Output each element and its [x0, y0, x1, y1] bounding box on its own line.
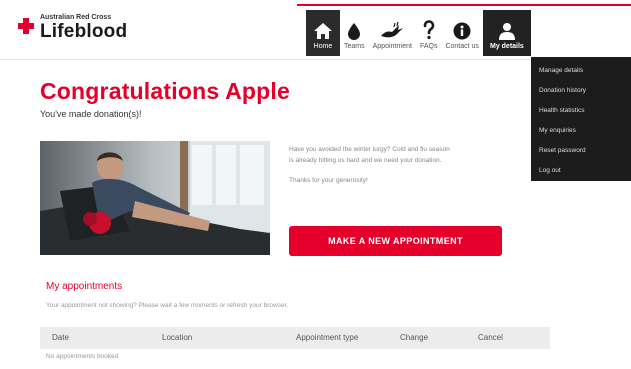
- menu-item-log-out[interactable]: Log out: [531, 161, 631, 181]
- nav-label-my-details: My details: [489, 43, 524, 50]
- hero-image: [40, 141, 270, 255]
- menu-item-reset-password[interactable]: Reset password: [531, 141, 631, 161]
- user-icon: [498, 18, 516, 40]
- red-cross-icon: [18, 18, 34, 34]
- column-date: Date: [52, 333, 69, 342]
- appointments-title: My appointments: [46, 281, 123, 292]
- home-icon: [313, 18, 333, 40]
- message-line-1: Have you avoided the winter lurgy? Cold …: [289, 146, 450, 153]
- info-icon: [453, 18, 471, 40]
- nav-label-contact: Contact us: [445, 43, 479, 50]
- message-line-2: is already hitting us hard and we need y…: [289, 157, 442, 164]
- column-location: Location: [162, 333, 193, 342]
- nav-item-faqs[interactable]: FAQs: [416, 10, 442, 56]
- column-change: Change: [400, 333, 429, 342]
- page-subtitle: You've made donation(s)!: [40, 109, 142, 119]
- logo-brand-name: Lifeblood: [40, 21, 128, 42]
- nav-item-my-details[interactable]: My details: [482, 10, 531, 56]
- accent-line: [297, 4, 631, 6]
- question-icon: [422, 18, 436, 40]
- message-thanks: Thanks for your generosity!: [289, 177, 368, 184]
- menu-item-my-enquiries[interactable]: My enquiries: [531, 121, 631, 141]
- nav-label-faqs: FAQs: [419, 43, 438, 50]
- menu-item-health-statistics[interactable]: Health statistics: [531, 101, 631, 121]
- dove-icon: [379, 18, 405, 40]
- appointments-empty: No appointments booked: [46, 353, 119, 360]
- top-bar: Australian Red Cross Lifeblood Home Team…: [0, 0, 631, 60]
- nav-item-appointment[interactable]: Appointment: [369, 10, 416, 56]
- nav-label-teams: Teams: [344, 43, 365, 50]
- appointments-note: Your appointment not showing? Please wai…: [46, 302, 289, 309]
- make-appointment-button[interactable]: MAKE A NEW APPOINTMENT: [289, 226, 502, 256]
- nav-label-appointment: Appointment: [372, 43, 412, 50]
- nav-item-home[interactable]: Home: [306, 10, 340, 56]
- nav-item-teams[interactable]: Teams: [340, 10, 369, 56]
- column-cancel: Cancel: [478, 333, 503, 342]
- column-appointment-type: Appointment type: [296, 333, 359, 342]
- my-details-dropdown: Manage details Donation history Health s…: [531, 57, 631, 181]
- donation-message: Have you avoided the winter lurgy? Cold …: [289, 144, 529, 195]
- nav-item-contact[interactable]: Contact us: [441, 10, 482, 56]
- page-title: Congratulations Apple: [40, 78, 290, 104]
- menu-item-manage-details[interactable]: Manage details: [531, 61, 631, 81]
- logo[interactable]: Australian Red Cross Lifeblood: [18, 14, 127, 42]
- menu-item-donation-history[interactable]: Donation history: [531, 81, 631, 101]
- appointments-table-header: Date Location Appointment type Change Ca…: [40, 327, 550, 349]
- nav-label-home: Home: [313, 43, 333, 50]
- main-nav: Home Teams Appointment FAQs Contact us M…: [306, 10, 531, 56]
- drop-icon: [347, 18, 361, 40]
